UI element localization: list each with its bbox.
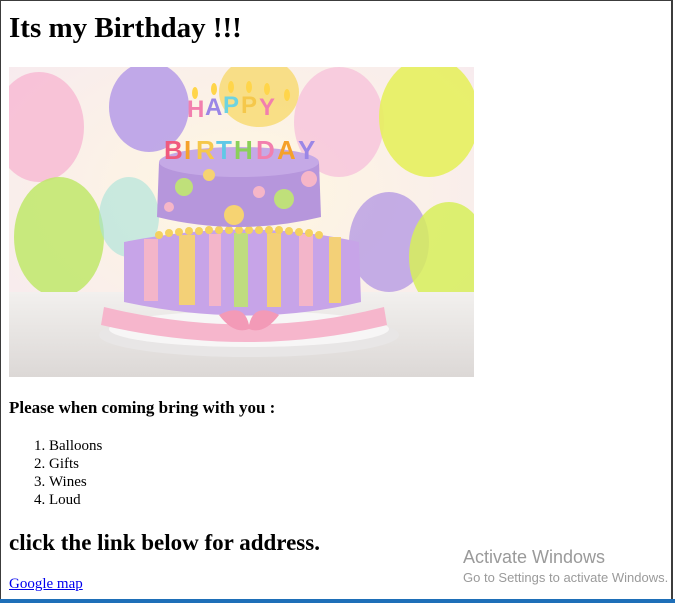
bring-heading: Please when coming bring with you : — [9, 398, 276, 417]
google-map-link[interactable]: Google map — [9, 576, 83, 593]
svg-text:H: H — [234, 135, 253, 165]
svg-text:A: A — [205, 94, 222, 121]
address-heading: click the link below for address. — [9, 530, 320, 555]
svg-text:D: D — [256, 135, 275, 165]
list-item: Wines — [49, 473, 102, 491]
svg-text:Y: Y — [298, 135, 315, 165]
svg-text:I: I — [184, 135, 191, 165]
bring-list: Balloons Gifts Wines Loud — [9, 437, 102, 509]
taskbar-edge — [0, 599, 675, 603]
list-item: Loud — [49, 491, 102, 509]
svg-text:A: A — [277, 135, 296, 165]
svg-text:P: P — [241, 92, 257, 119]
svg-text:H: H — [187, 96, 204, 123]
svg-text:R: R — [196, 135, 215, 165]
svg-text:Y: Y — [259, 94, 275, 121]
birthday-cake-image: H A P P Y B I R T H D A Y — [9, 67, 474, 377]
page-title: Its my Birthday !!! — [9, 12, 242, 44]
watermark-title: Activate Windows — [463, 547, 606, 567]
activate-windows-watermark: Activate Windows Go to Settings to activ… — [463, 546, 675, 588]
svg-text:B: B — [164, 135, 183, 165]
svg-text:P: P — [223, 92, 239, 119]
list-item: Gifts — [49, 455, 102, 473]
svg-text:T: T — [216, 135, 232, 165]
list-item: Balloons — [49, 437, 102, 455]
watermark-subtitle: Go to Settings to activate Windows. — [463, 570, 669, 585]
